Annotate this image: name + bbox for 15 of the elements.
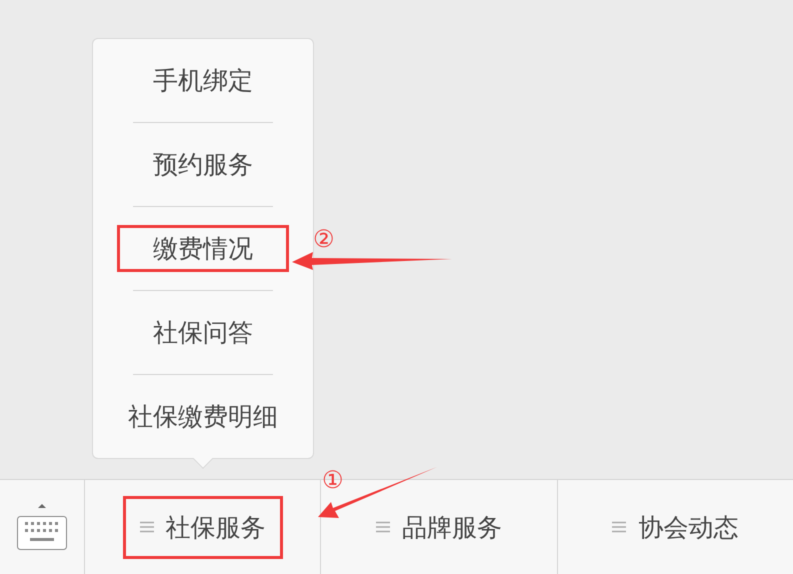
menu-item[interactable]: 社保缴费明细 bbox=[117, 393, 289, 440]
step-number: ② bbox=[313, 225, 335, 253]
menu-icon bbox=[612, 521, 626, 533]
keyboard-icon[interactable] bbox=[16, 502, 68, 552]
tab-label: 社保服务 bbox=[166, 512, 266, 544]
menu-icon bbox=[140, 521, 154, 533]
tab-label: 品牌服务 bbox=[402, 512, 502, 544]
menu-tab[interactable]: 协会动态 bbox=[558, 480, 793, 574]
tab-label: 协会动态 bbox=[638, 512, 738, 544]
menu-item[interactable]: 缴费情况 bbox=[117, 225, 289, 272]
menu-item[interactable]: 预约服务 bbox=[117, 141, 289, 188]
menu-icon bbox=[376, 521, 390, 533]
menu-item[interactable]: 社保问答 bbox=[117, 309, 289, 356]
menu-item[interactable]: 手机绑定 bbox=[117, 57, 289, 104]
menu-tab[interactable]: 社保服务 bbox=[85, 480, 322, 574]
